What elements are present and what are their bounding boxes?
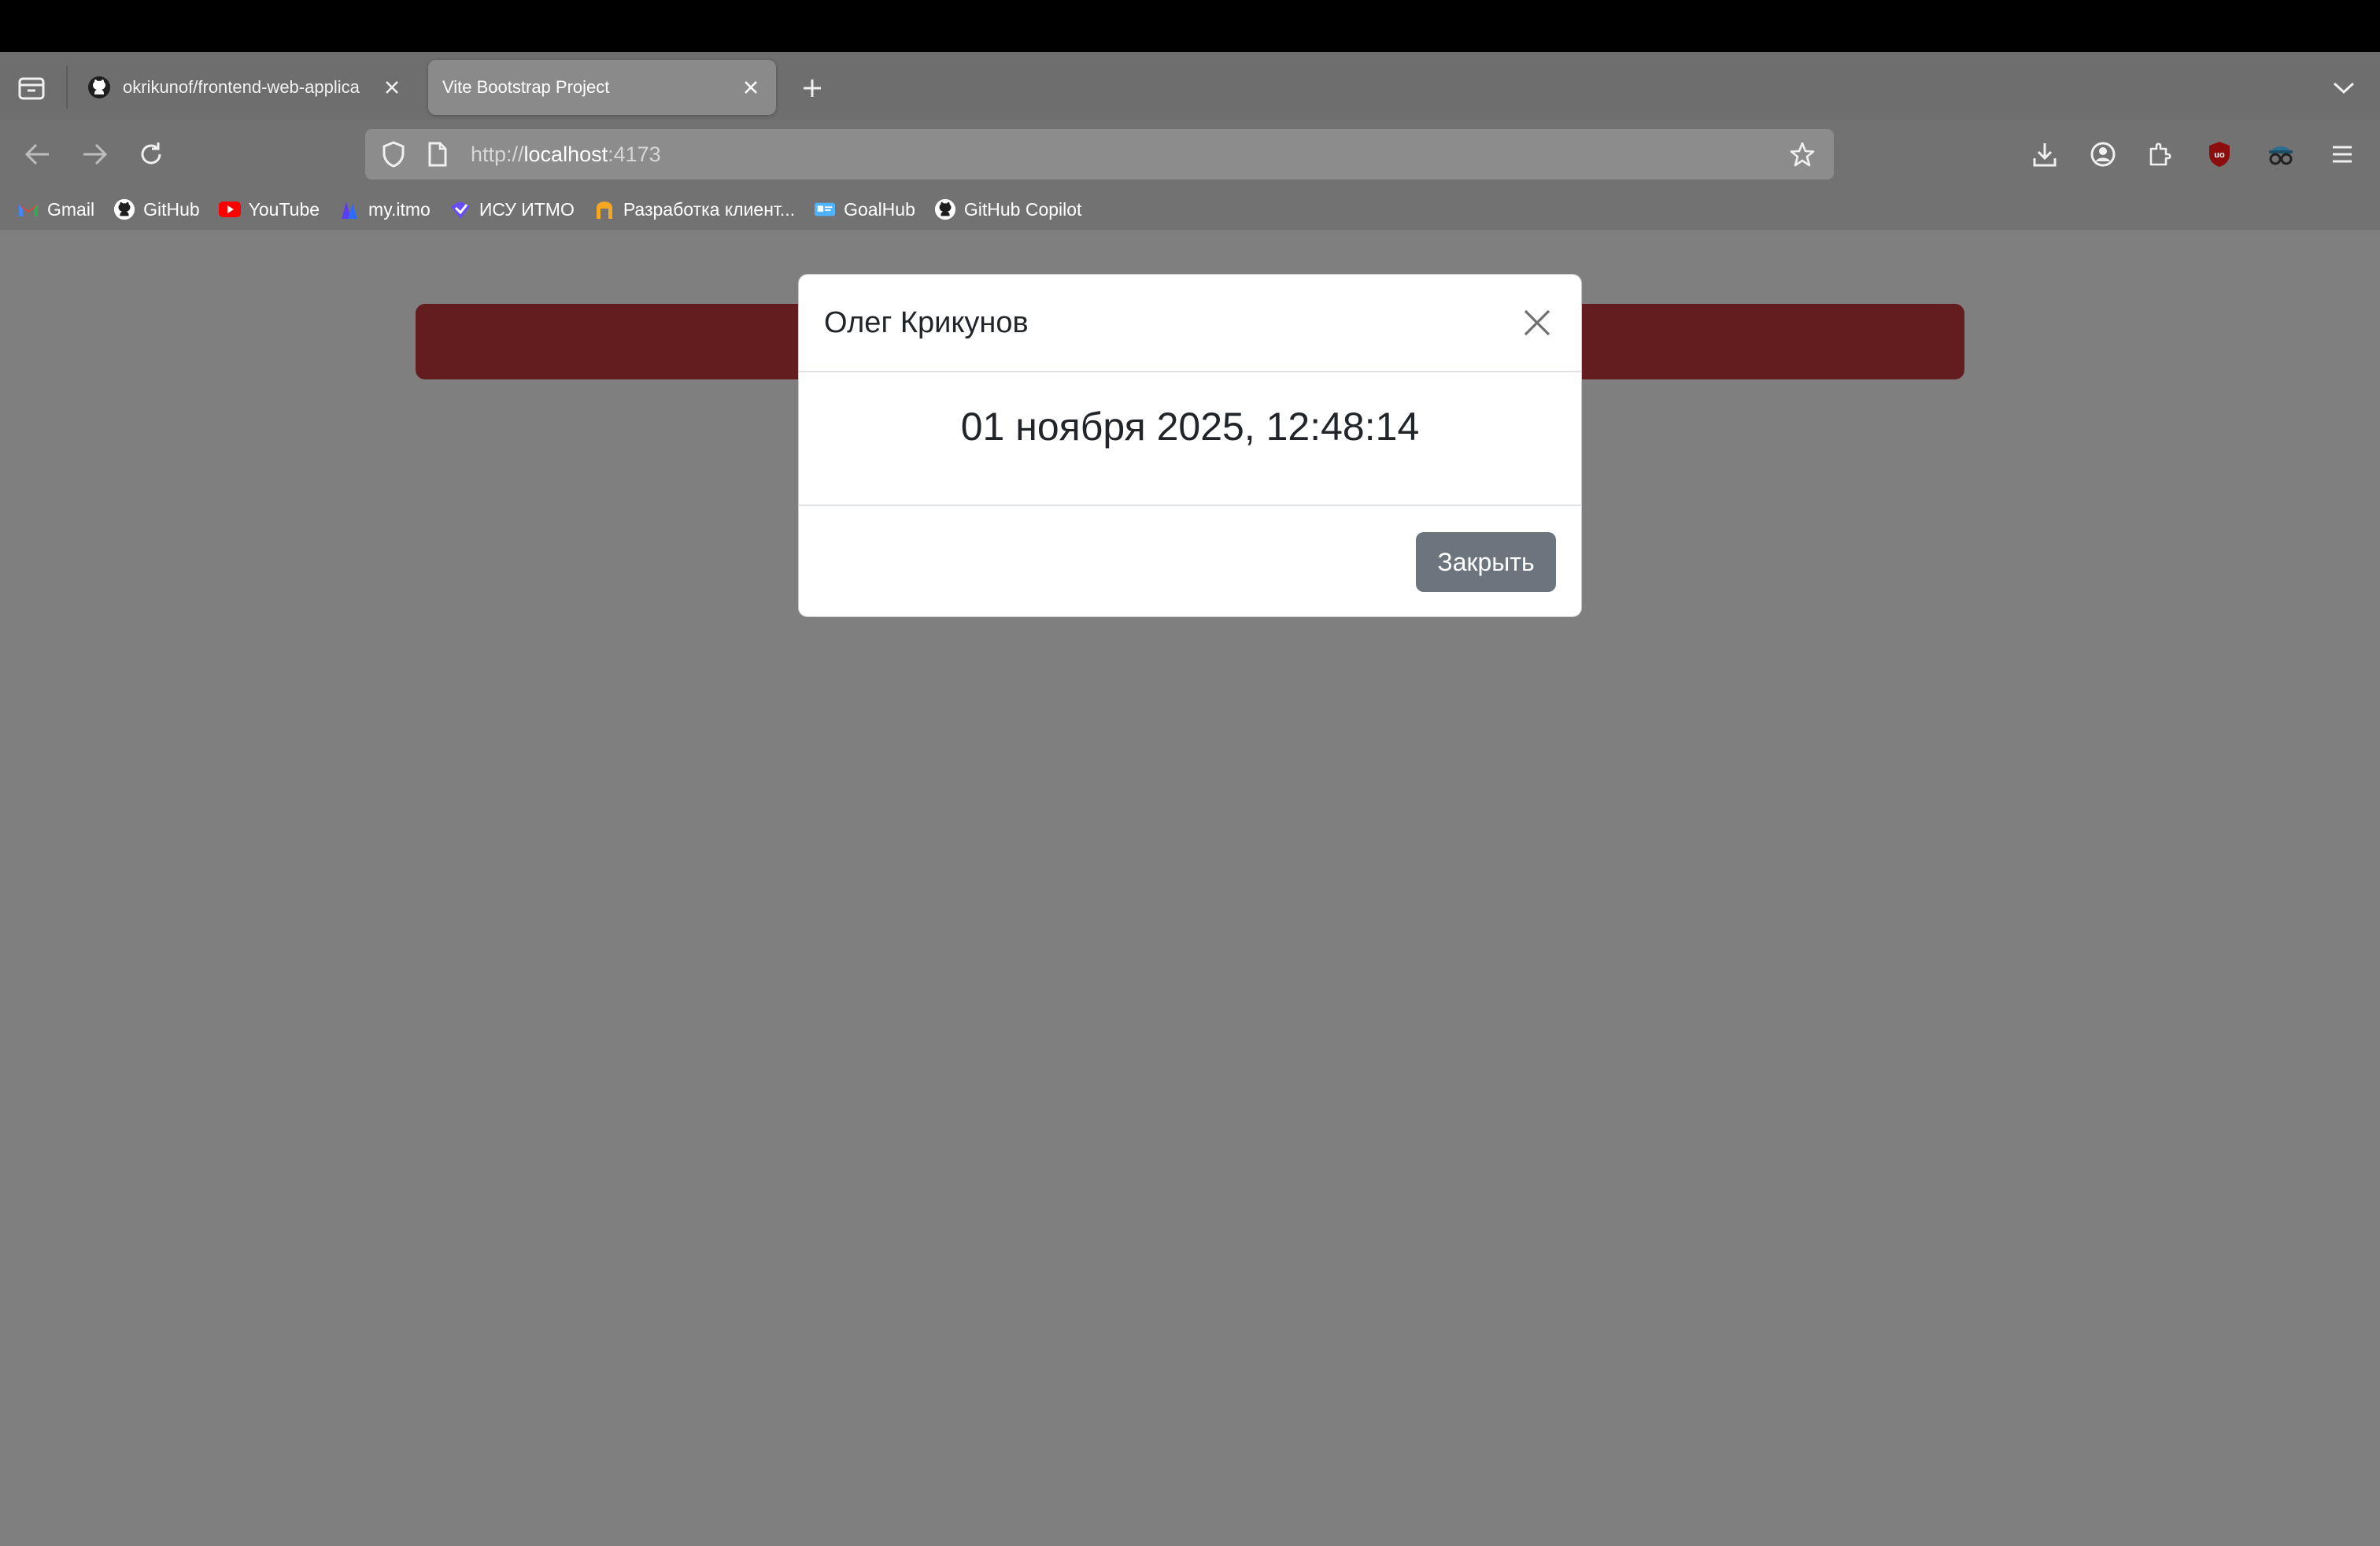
shield-icon[interactable] bbox=[378, 139, 409, 170]
back-button[interactable] bbox=[19, 135, 57, 173]
downloads-icon[interactable] bbox=[2026, 135, 2064, 173]
modal-footer: Закрыть bbox=[799, 506, 1581, 616]
goalhub-icon bbox=[814, 198, 836, 220]
gmail-icon bbox=[17, 198, 39, 220]
dev-icon bbox=[593, 198, 615, 220]
modal-dialog: Олег Крикунов 01 ноября 2025, 12:48:14 З… bbox=[798, 274, 1582, 617]
github-icon bbox=[113, 198, 135, 220]
close-tab-icon[interactable] bbox=[740, 76, 762, 98]
bookmark-label: GitHub bbox=[143, 198, 200, 220]
tab-separator bbox=[66, 66, 68, 109]
system-top-bar bbox=[0, 0, 2380, 52]
current-datetime: 01 ноября 2025, 12:48:14 bbox=[960, 405, 1420, 449]
bookmark-youtube[interactable]: YouTube bbox=[218, 198, 320, 220]
github-icon bbox=[934, 198, 956, 220]
extensions-icon[interactable] bbox=[2141, 135, 2179, 173]
close-modal-button[interactable]: Закрыть bbox=[1416, 532, 1556, 592]
isu-icon bbox=[449, 198, 471, 220]
page-info-icon[interactable] bbox=[422, 139, 453, 170]
tab-strip: okrikunof/frontend-web-applica Vite Boot… bbox=[0, 52, 2380, 120]
menu-icon[interactable] bbox=[2323, 135, 2361, 173]
list-all-tabs-button[interactable] bbox=[2326, 71, 2361, 105]
tab-overview-icon[interactable] bbox=[16, 72, 47, 104]
url-scheme: http:// bbox=[471, 142, 524, 166]
navigation-bar: http://localhost:4173 uo bbox=[0, 120, 2380, 189]
close-tab-icon[interactable] bbox=[381, 76, 403, 98]
bookmarks-toolbar: Gmail GitHub YouTube my.itmo ИСУ ИТМО Ра… bbox=[0, 189, 2380, 230]
bookmark-label: GitHub Copilot bbox=[963, 198, 1082, 220]
tab-github[interactable]: okrikunof/frontend-web-applica bbox=[72, 60, 417, 115]
bookmark-label: YouTube bbox=[248, 198, 320, 220]
spy-extension-icon[interactable] bbox=[2262, 135, 2300, 173]
reload-button[interactable] bbox=[132, 135, 170, 173]
new-tab-button[interactable] bbox=[795, 71, 830, 105]
bookmark-label: Разработка клиент... bbox=[623, 198, 796, 220]
bookmark-isu-itmo[interactable]: ИСУ ИТМО bbox=[449, 198, 575, 220]
url-host: localhost bbox=[523, 142, 608, 166]
tab-title: okrikunof/frontend-web-applica bbox=[123, 77, 360, 97]
url-port: :4173 bbox=[608, 142, 661, 166]
youtube-icon bbox=[218, 198, 241, 220]
url-text: http://localhost:4173 bbox=[471, 142, 1785, 167]
bookmark-github-copilot[interactable]: GitHub Copilot bbox=[934, 198, 1082, 220]
itmo-icon bbox=[338, 198, 360, 220]
forward-button[interactable] bbox=[76, 135, 113, 173]
modal-body: 01 ноября 2025, 12:48:14 bbox=[799, 372, 1581, 506]
tab-title: Vite Bootstrap Project bbox=[442, 77, 610, 97]
bookmark-gmail[interactable]: Gmail bbox=[17, 198, 94, 220]
bookmark-my-itmo[interactable]: my.itmo bbox=[338, 198, 431, 220]
github-icon bbox=[87, 75, 112, 100]
bookmark-goalhub[interactable]: GoalHub bbox=[814, 198, 915, 220]
page-viewport: Олег Крикунов 01 ноября 2025, 12:48:14 З… bbox=[0, 230, 2380, 1546]
bookmark-github[interactable]: GitHub bbox=[113, 198, 200, 220]
bookmark-label: my.itmo bbox=[368, 198, 431, 220]
modal-header: Олег Крикунов bbox=[799, 275, 1581, 372]
svg-text:uo: uo bbox=[2214, 150, 2225, 160]
account-icon[interactable] bbox=[2084, 135, 2122, 173]
close-icon[interactable] bbox=[1518, 304, 1556, 342]
bookmark-star-icon[interactable] bbox=[1785, 137, 1820, 172]
address-bar[interactable]: http://localhost:4173 bbox=[365, 129, 1834, 179]
modal-title: Олег Крикунов bbox=[824, 305, 1029, 339]
bookmark-dev[interactable]: Разработка клиент... bbox=[593, 198, 795, 220]
bookmark-label: GoalHub bbox=[844, 198, 915, 220]
bookmark-label: ИСУ ИТМО bbox=[479, 198, 575, 220]
tab-vite-bootstrap[interactable]: Vite Bootstrap Project bbox=[428, 60, 776, 115]
browser-chrome: okrikunof/frontend-web-applica Vite Boot… bbox=[0, 52, 2380, 230]
bookmark-label: Gmail bbox=[47, 198, 95, 220]
ublock-icon[interactable]: uo bbox=[2201, 135, 2238, 173]
